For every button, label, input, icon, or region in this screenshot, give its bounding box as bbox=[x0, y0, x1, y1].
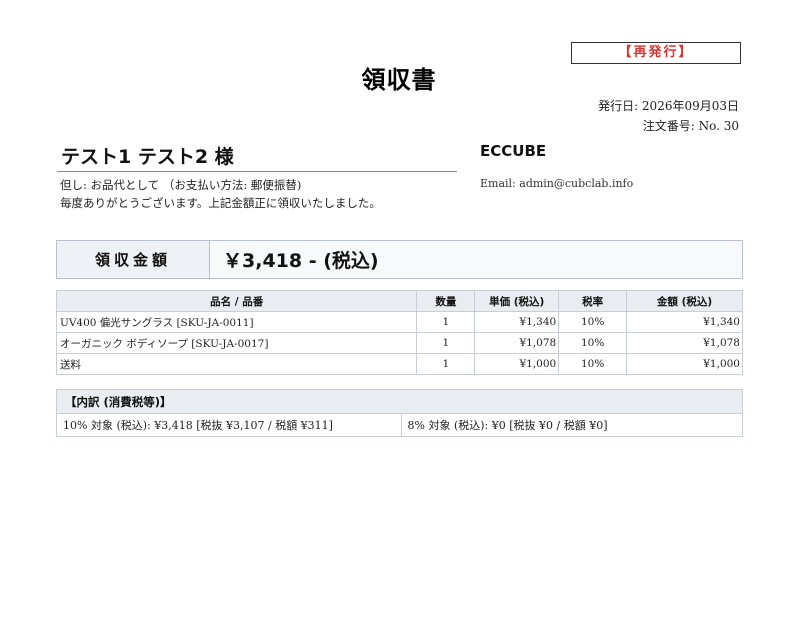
item-total: ¥1,000 bbox=[626, 353, 743, 375]
items-header-row: 品名 / 品番 数量 単価 (税込) 税率 金額 (税込) bbox=[55, 290, 743, 312]
item-unit-price: ¥1,000 bbox=[474, 353, 560, 375]
order-number: 注文番号: No. 30 bbox=[642, 119, 739, 133]
tax-breakdown-table: 【内訳 (消費税等)】 10% 対象 (税込): ¥3,418 [税抜 ¥3,1… bbox=[56, 389, 743, 437]
customer-name: テスト1 テスト2 様 bbox=[57, 144, 457, 172]
item-name: 送料 bbox=[55, 353, 418, 375]
payment-note: 但し: お品代として （お支払い方法: 郵便振替) bbox=[60, 178, 302, 192]
items-table: 品名 / 品番 数量 単価 (税込) 税率 金額 (税込) UV400 偏光サン… bbox=[55, 290, 743, 375]
tax-rate-8-summary: 8% 対象 (税込): ¥0 [税抜 ¥0 / 税額 ¥0] bbox=[400, 413, 743, 437]
item-unit-price: ¥1,340 bbox=[474, 311, 560, 333]
item-quantity: 1 bbox=[416, 353, 476, 375]
header-tax-rate: 税率 bbox=[558, 290, 628, 312]
item-total: ¥1,078 bbox=[626, 332, 743, 354]
item-quantity: 1 bbox=[416, 311, 476, 333]
shop-name: ECCUBE bbox=[480, 142, 547, 160]
table-row: UV400 偏光サングラス [SKU-JA-0011] 1 ¥1,340 10%… bbox=[55, 311, 743, 333]
header-total: 金額 (税込) bbox=[626, 290, 743, 312]
tax-breakdown-header: 【内訳 (消費税等)】 bbox=[56, 389, 743, 414]
item-quantity: 1 bbox=[416, 332, 476, 354]
receipt-amount-box: 領収金額 ￥3,418 - (税込) bbox=[56, 240, 743, 279]
shop-email: Email: admin@cubclab.info bbox=[480, 177, 634, 190]
header-item-name: 品名 / 品番 bbox=[55, 290, 418, 312]
item-tax-rate: 10% bbox=[558, 311, 628, 333]
item-name: UV400 偏光サングラス [SKU-JA-0011] bbox=[55, 311, 418, 333]
header-quantity: 数量 bbox=[416, 290, 476, 312]
header-unit-price: 単価 (税込) bbox=[474, 290, 560, 312]
table-row: オーガニック ボディソープ [SKU-JA-0017] 1 ¥1,078 10%… bbox=[55, 332, 743, 354]
item-total: ¥1,340 bbox=[626, 311, 743, 333]
amount-label: 領収金額 bbox=[57, 241, 210, 278]
item-tax-rate: 10% bbox=[558, 332, 628, 354]
thanks-note: 毎度ありがとうございます。上記金額正に領収いたしました。 bbox=[60, 196, 381, 210]
issue-date: 発行日: 2026年09月03日 bbox=[598, 99, 739, 113]
tax-rate-10-summary: 10% 対象 (税込): ¥3,418 [税抜 ¥3,107 / 税額 ¥311… bbox=[56, 413, 402, 437]
amount-value: ￥3,418 - (税込) bbox=[210, 241, 742, 278]
item-tax-rate: 10% bbox=[558, 353, 628, 375]
page-title: 領収書 bbox=[361, 66, 437, 94]
item-unit-price: ¥1,078 bbox=[474, 332, 560, 354]
item-name: オーガニック ボディソープ [SKU-JA-0017] bbox=[55, 332, 418, 354]
table-row: 送料 1 ¥1,000 10% ¥1,000 bbox=[55, 353, 743, 375]
